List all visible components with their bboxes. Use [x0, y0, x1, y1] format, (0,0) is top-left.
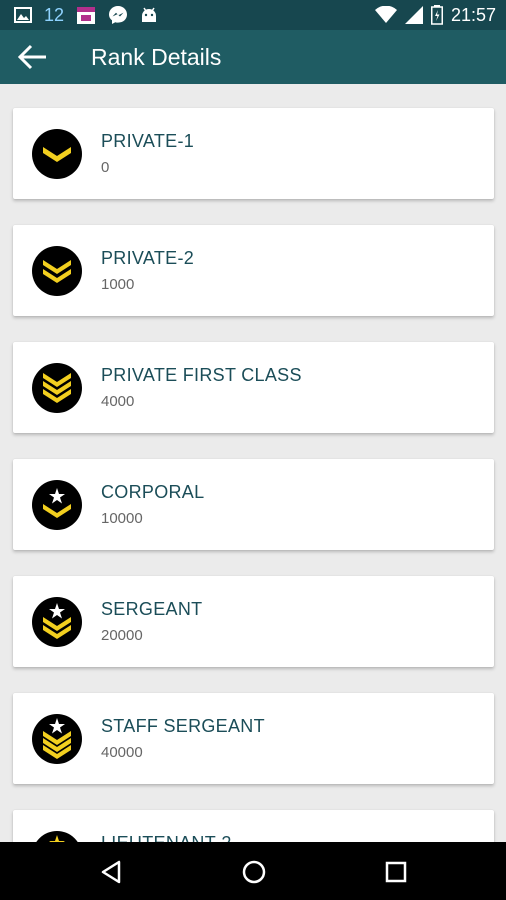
rank-card[interactable]: CORPORAL 10000 [13, 459, 494, 550]
status-time: 21:57 [450, 5, 496, 25]
chevron-1-icon [32, 129, 82, 179]
navigation-bar [0, 842, 506, 900]
rank-points: 40000 [101, 744, 143, 761]
chevron-3-icon [32, 363, 82, 413]
image-icon [14, 7, 32, 23]
battery-icon [430, 5, 443, 25]
rank-points: 4000 [101, 393, 135, 410]
rank-card[interactable]: PRIVATE-2 1000 [13, 225, 494, 316]
rank-name: CORPORAL [101, 482, 205, 502]
signal-icon [404, 6, 423, 24]
star-chevron-3-icon [32, 714, 82, 764]
messenger-icon [109, 6, 128, 24]
star-chevron-icon [36, 831, 78, 842]
rank-card[interactable]: PRIVATE-1 0 [13, 108, 494, 199]
arrow-left-icon [17, 44, 46, 70]
notification-count: 12 [44, 5, 65, 25]
nav-back-button[interactable] [97, 857, 127, 887]
rank-name: PRIVATE-2 [101, 248, 195, 268]
app-bar: Rank Details [0, 30, 506, 84]
page-title: Rank Details [91, 44, 222, 70]
rank-name: PRIVATE-1 [101, 131, 195, 151]
nav-recents-button[interactable] [381, 857, 411, 887]
rank-card[interactable]: PRIVATE FIRST CLASS 4000 [13, 342, 494, 433]
rank-name: LIEUTENANT-2 [101, 833, 232, 842]
rank-name: SERGEANT [101, 599, 203, 619]
rank-points: 1000 [101, 276, 135, 293]
star-chevron-1-icon [32, 480, 82, 530]
square-recents-icon [385, 861, 407, 883]
nav-home-button[interactable] [239, 857, 269, 887]
triangle-back-icon [101, 860, 121, 884]
rank-name: PRIVATE FIRST CLASS [101, 365, 302, 385]
rank-card[interactable]: LIEUTENANT-2 [13, 810, 494, 842]
chevron-2-icon [32, 246, 82, 296]
rank-points: 0 [101, 159, 110, 176]
rank-card[interactable]: SERGEANT 20000 [13, 576, 494, 667]
circle-home-icon [242, 860, 266, 884]
rank-list[interactable]: PRIVATE-1 0 PRIVATE-2 1000 PRIVATE FIRST… [0, 84, 506, 842]
status-bar: 12 21:57 [0, 0, 506, 30]
wifi-icon [374, 6, 397, 23]
android-icon [142, 7, 157, 22]
rank-points: 10000 [101, 510, 143, 527]
back-button[interactable] [14, 41, 50, 73]
calendar-icon [77, 7, 96, 24]
rank-card[interactable]: STAFF SERGEANT 40000 [13, 693, 494, 784]
rank-name: STAFF SERGEANT [101, 716, 265, 736]
star-chevron-2-icon [32, 597, 82, 647]
rank-points: 20000 [101, 627, 143, 644]
